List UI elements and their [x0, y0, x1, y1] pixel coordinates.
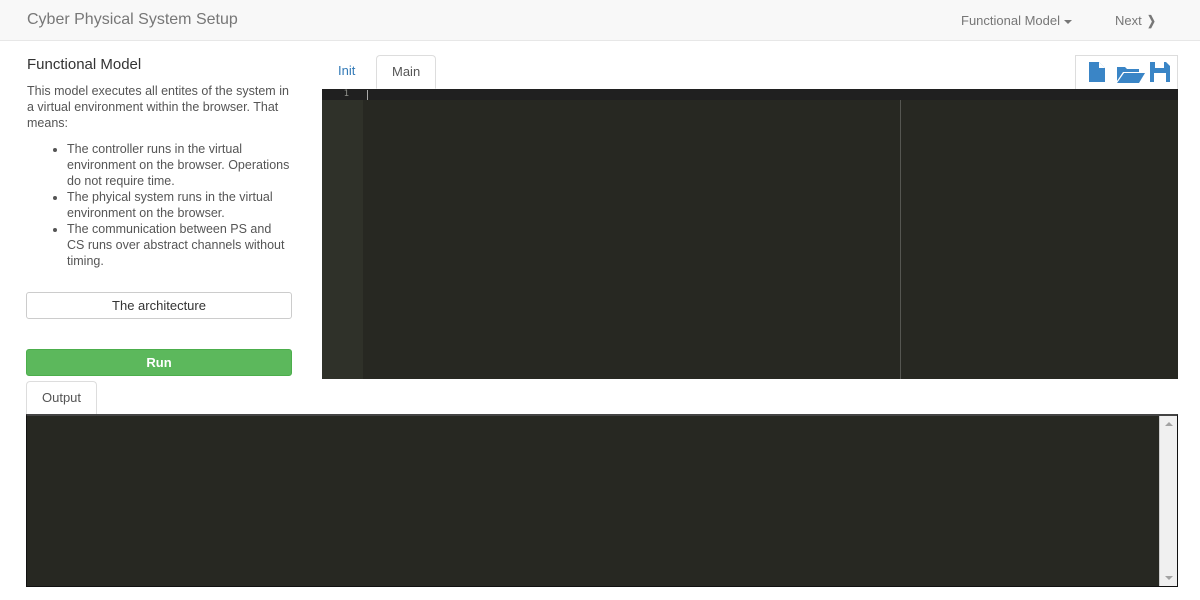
save-icon[interactable]: [1150, 62, 1170, 82]
tab-init[interactable]: Init: [323, 55, 370, 89]
caret-down-icon: [1064, 19, 1072, 24]
architecture-button[interactable]: The architecture: [26, 292, 292, 319]
navbar: Cyber Physical System Setup Functional M…: [0, 0, 1200, 41]
output-console[interactable]: [26, 414, 1178, 587]
next-label: Next: [1115, 13, 1142, 28]
open-folder-icon[interactable]: [1117, 64, 1145, 84]
bullet-item: The communication between PS and CS runs…: [67, 221, 292, 269]
next-button[interactable]: Next ❯: [1115, 13, 1157, 29]
code-editor[interactable]: 1: [322, 89, 1178, 379]
app-title[interactable]: Cyber Physical System Setup: [27, 11, 238, 29]
new-file-icon[interactable]: [1089, 62, 1105, 82]
sidebar: Functional Model This model executes all…: [27, 56, 292, 269]
scroll-up-arrow-icon[interactable]: [1165, 422, 1173, 426]
model-dropdown-label: Functional Model: [961, 13, 1060, 28]
text-cursor: [367, 90, 368, 100]
run-button[interactable]: Run: [26, 349, 292, 376]
tab-output[interactable]: Output: [26, 381, 98, 415]
tab-main[interactable]: Main: [376, 55, 437, 89]
scroll-down-arrow-icon[interactable]: [1165, 576, 1173, 580]
chevron-right-icon: ❯: [1146, 13, 1156, 28]
active-line-highlight: [322, 89, 1178, 100]
bullet-item: The controller runs in the virtual envir…: [67, 141, 292, 189]
output-scrollbar[interactable]: [1159, 416, 1177, 586]
editor-toolbar: [1075, 55, 1178, 89]
print-margin: [900, 100, 901, 379]
sidebar-title: Functional Model: [27, 56, 142, 73]
sidebar-description: This model executes all entites of the s…: [27, 84, 289, 130]
sidebar-bullets: The controller runs in the virtual envir…: [27, 141, 292, 269]
editor-gutter: [322, 89, 363, 379]
line-number: 1: [343, 89, 349, 99]
model-dropdown[interactable]: Functional Model: [961, 13, 1072, 28]
bullet-item: The phyical system runs in the virtual e…: [67, 189, 292, 221]
